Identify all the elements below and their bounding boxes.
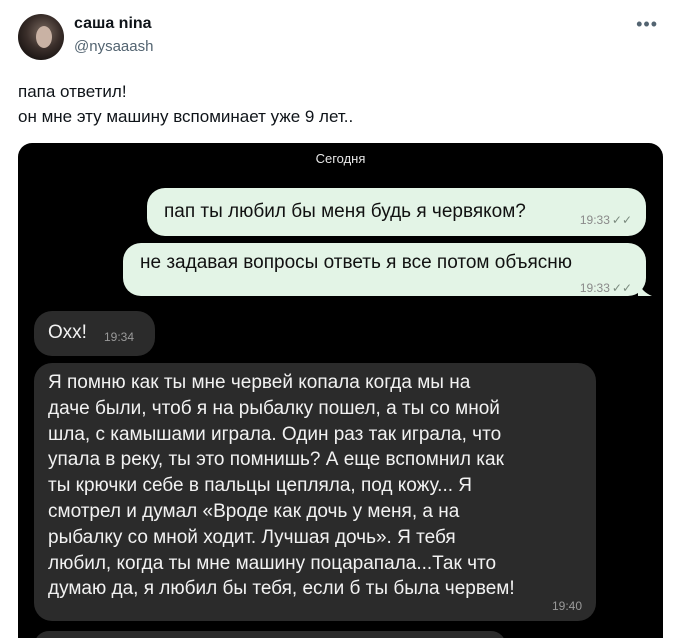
message-text: не задавая вопросы ответь я все потом об… — [140, 252, 572, 273]
message-text: Я помню как ты мне червей копала когда м… — [48, 370, 515, 602]
message-line: Я помню как ты мне червей копала когда м… — [48, 372, 471, 393]
message-line: ты крючки себе в пальцы цепляла, под кож… — [48, 475, 473, 497]
message-time: 19:33 — [579, 281, 610, 295]
message-meta: 19:33 ✓✓ — [580, 276, 632, 298]
author-handle[interactable]: @nysaaash — [74, 38, 153, 55]
tweet-line: он мне эту машину вспоминает уже 9 лет.. — [18, 107, 354, 126]
avatar-face — [36, 26, 52, 48]
message-meta: 19:33 ✓✓ — [580, 208, 632, 230]
tweet-text: папа ответил! он мне эту машину вспомина… — [18, 79, 353, 129]
double-check-icon: ✓✓ — [611, 213, 632, 227]
bubble-tail — [638, 282, 652, 296]
chat-date-label: Сегодня — [315, 151, 366, 166]
outgoing-message: пап ты любил бы меня будь я червяком? 19… — [147, 188, 646, 236]
incoming-message: Охх! 19:34 — [34, 311, 155, 356]
message-text: Охх! — [48, 322, 87, 343]
message-text: пап ты любил бы меня будь я червяком? — [164, 201, 526, 222]
author-name[interactable]: саша nina — [74, 15, 152, 33]
message-line: любил, когда ты мне машину поцарапала...… — [48, 552, 497, 574]
message-line: упала в реку, ты это помнишь? А еще вспо… — [48, 449, 504, 471]
message-line: рыбалку со мной ходит. Лучшая дочь». Я т… — [48, 526, 456, 548]
outgoing-message: не задавая вопросы ответь я все потом об… — [123, 243, 652, 298]
message-line: думаю да, я любил бы тебя, если б ты был… — [48, 578, 515, 600]
message-line: смотрел и думал «Вроде как дочь у меня, … — [48, 500, 460, 522]
message-time: 19:33 — [579, 213, 610, 227]
incoming-message: Я помню как ты мне червей копала когда м… — [34, 363, 596, 621]
message-time: 19:40 — [551, 599, 582, 613]
tweet-media-screenshot[interactable]: Сегодня пап ты любил бы меня будь я черв… — [18, 143, 663, 638]
more-options-icon[interactable]: ••• — [636, 14, 658, 35]
message-time: 19:34 — [104, 330, 135, 344]
double-check-icon: ✓✓ — [611, 281, 632, 295]
message-line: шла, с камышами играла. Один раз так игр… — [48, 423, 502, 445]
incoming-message-partial — [34, 631, 506, 638]
message-line: даче были, чтоб я на рыбалку пошел, а ты… — [48, 397, 500, 419]
avatar[interactable] — [18, 14, 64, 60]
tweet-line: папа ответил! — [18, 82, 127, 101]
